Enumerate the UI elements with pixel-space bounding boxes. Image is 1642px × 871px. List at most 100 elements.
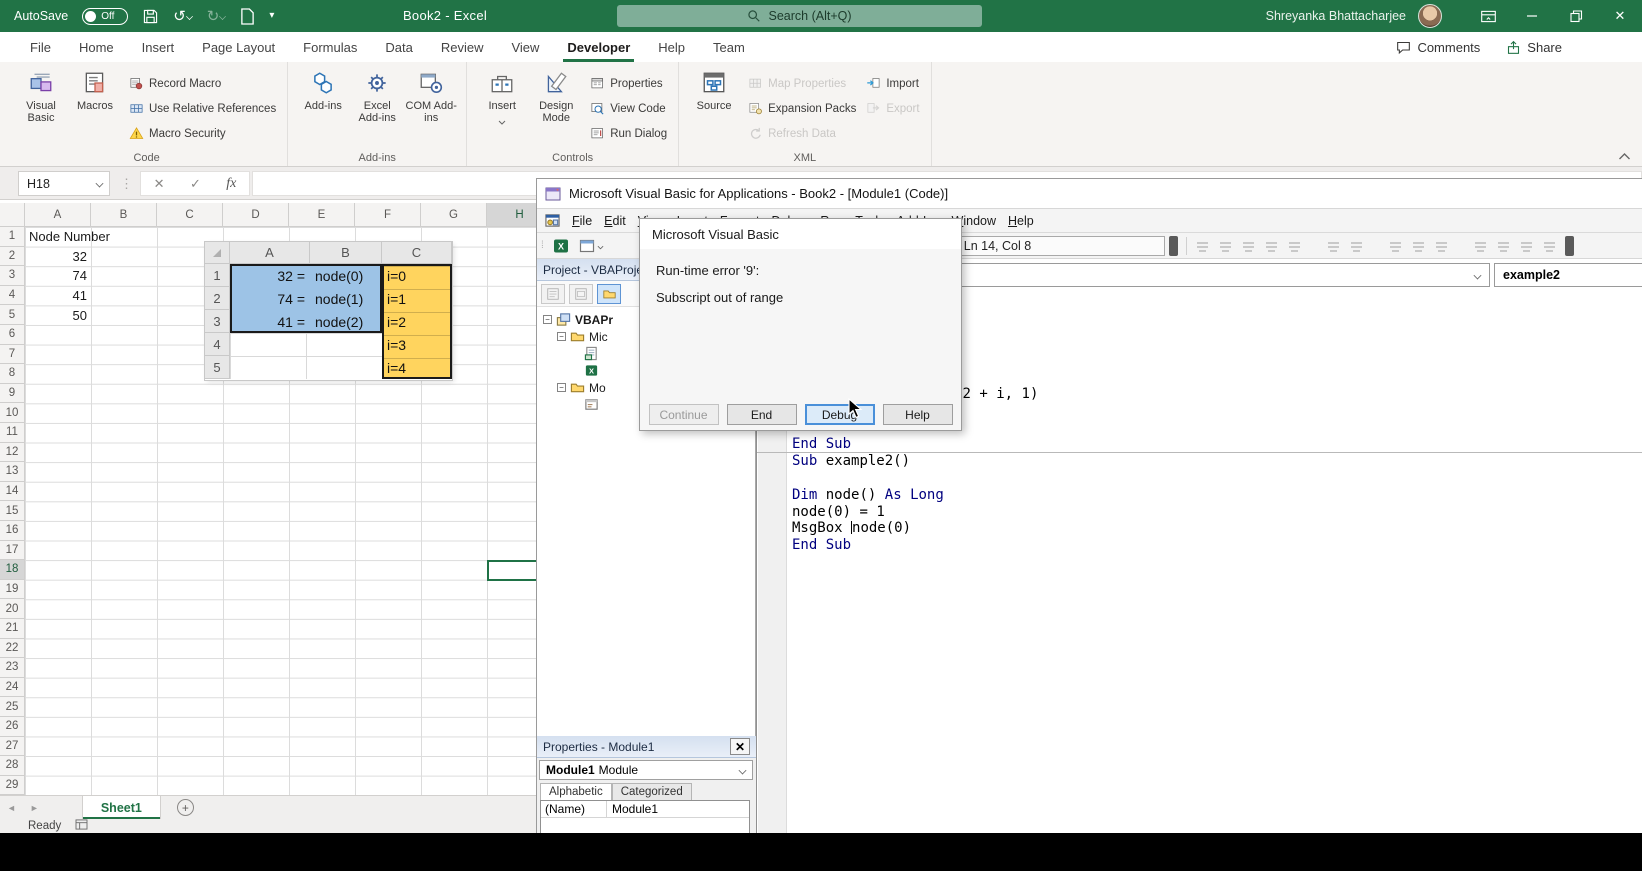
record-macro-button[interactable]: Record Macro [126,71,279,96]
row-header-20[interactable]: 20 [0,599,25,619]
row-header-6[interactable]: 6 [0,325,25,345]
com-add-ins-button[interactable]: COM Add-ins [405,66,457,124]
properties-object-dropdown[interactable]: Module1 Module [539,760,753,780]
cell-a5[interactable]: 50 [25,305,91,325]
row-header-18[interactable]: 18 [0,560,25,580]
row-header-3[interactable]: 3 [0,266,25,286]
row-header-14[interactable]: 14 [0,481,25,502]
tab-review[interactable]: Review [427,32,498,62]
tab-formulas[interactable]: Formulas [289,32,371,62]
row-header-16[interactable]: 16 [0,521,25,541]
row-header-23[interactable]: 23 [0,658,25,678]
enter-formula-icon[interactable]: ✓ [190,176,201,192]
toolbar-overflow-icon[interactable] [1168,235,1178,256]
menu-file[interactable]: File [566,212,598,230]
view-code-button[interactable] [541,283,565,304]
macro-security-button[interactable]: Macro Security [126,121,279,146]
tab-developer[interactable]: Developer [553,32,644,62]
code-line-8[interactable]: MsgBox node(0) [757,520,1642,537]
insert-function-icon[interactable]: fx [226,176,236,192]
code-line-3[interactable]: End Sub [757,436,1642,454]
row-header-22[interactable]: 22 [0,638,25,659]
name-box[interactable]: H18 [18,171,110,196]
save-icon[interactable] [142,8,159,25]
autosave-toggle[interactable]: Off [82,7,129,25]
row-header-24[interactable]: 24 [0,677,25,698]
tab-page-layout[interactable]: Page Layout [188,32,289,62]
cell-a4[interactable]: 41 [25,286,91,306]
column-header-c[interactable]: C [157,203,223,227]
row-header-8[interactable]: 8 [0,364,25,384]
sheet-nav-left-icon[interactable]: ◄ [0,796,23,819]
menu-help[interactable]: Help [1002,212,1040,230]
code-line-9[interactable]: End Sub [757,537,1642,554]
share-button[interactable]: Share [1506,40,1562,55]
close-properties-icon[interactable]: ✕ [730,738,750,755]
search-box[interactable]: Search (Alt+Q) [617,5,982,27]
sheet-nav-right-icon[interactable]: ► [23,796,46,819]
cell-a1[interactable]: Node Number [25,227,110,247]
toolbar-overflow-icon[interactable] [1564,235,1574,256]
dialog-title[interactable]: Microsoft Visual Basic [640,219,961,249]
procedure-dropdown[interactable]: example2 [1494,263,1642,287]
customize-toolbar-icon[interactable]: ▾ [269,11,274,21]
column-header-b[interactable]: B [91,203,157,227]
row-header-2[interactable]: 2 [0,246,25,267]
row-header-5[interactable]: 5 [0,305,25,325]
row-header-7[interactable]: 7 [0,344,25,365]
properties-panel-header[interactable]: Properties - Module1 ✕ [537,736,756,758]
tab-file[interactable]: File [16,32,65,62]
use-relative-references-button[interactable]: Use Relative References [126,96,279,121]
row-header-12[interactable]: 12 [0,442,25,463]
undo-button[interactable]: ↺ [173,9,193,24]
expansion-packs-button[interactable]: Expansion Packs [745,96,859,121]
cell-a3[interactable]: 74 [25,266,91,286]
cancel-formula-icon[interactable]: ✕ [154,176,165,192]
row-header-4[interactable]: 4 [0,285,25,306]
comments-button[interactable]: Comments [1396,40,1480,55]
code-line-6[interactable]: Dim node() As Long [757,487,1642,504]
embedded-picture[interactable]: A B C 1 2 3 4 5 32 = node(0) i=0 74 = node(1) i=1 41 =… [205,242,452,380]
macro-record-icon[interactable] [75,819,88,833]
cell-a2[interactable]: 32 [25,247,91,267]
code-line-7[interactable]: node(0) = 1 [757,504,1642,521]
view-object-button[interactable] [569,283,593,304]
tree-expand-icon[interactable]: − [543,315,552,324]
tab-home[interactable]: Home [65,32,128,62]
restore-button[interactable] [1554,0,1598,32]
row-header-11[interactable]: 11 [0,423,25,443]
tab-insert[interactable]: Insert [128,32,189,62]
import-button[interactable]: Import [863,71,922,96]
row-header-25[interactable]: 25 [0,697,25,717]
tab-view[interactable]: View [497,32,553,62]
source-button[interactable]: Source [688,66,740,112]
minimize-button[interactable] [1510,0,1554,32]
row-header-9[interactable]: 9 [0,383,25,404]
column-header-f[interactable]: F [355,203,421,227]
end-button[interactable]: End [726,404,797,425]
tab-data[interactable]: Data [371,32,426,62]
close-button[interactable]: ✕ [1598,0,1642,32]
new-sheet-button[interactable]: + [176,799,194,816]
row-header-1[interactable]: 1 [0,227,25,247]
row-header-26[interactable]: 26 [0,717,25,737]
run-dialog-button[interactable]: Run Dialog [587,121,670,146]
properties-button[interactable]: Properties [587,71,670,96]
row-header-21[interactable]: 21 [0,619,25,639]
insert-button[interactable]: Insert [476,66,528,130]
properties-tab-alphabetic[interactable]: Alphabetic [540,783,612,800]
row-header-15[interactable]: 15 [0,501,25,521]
view-code-button[interactable]: View Code [587,96,670,121]
tree-expand-icon[interactable]: − [557,332,566,341]
add-ins-button[interactable]: Add-ins [297,66,349,112]
design-mode-button[interactable]: Design Mode [530,66,582,124]
code-line-4[interactable]: Sub example2() [757,453,1642,470]
row-header-17[interactable]: 17 [0,540,25,561]
toggle-folders-button[interactable] [597,283,621,304]
ribbon-display-options-icon[interactable] [1466,0,1510,32]
help-button[interactable]: Help [882,404,953,425]
tree-expand-icon[interactable]: − [557,383,566,392]
excel-add-ins-button[interactable]: Excel Add-ins [351,66,403,124]
property-row[interactable]: (Name) Module1 [541,801,749,818]
tab-team[interactable]: Team [699,32,759,62]
